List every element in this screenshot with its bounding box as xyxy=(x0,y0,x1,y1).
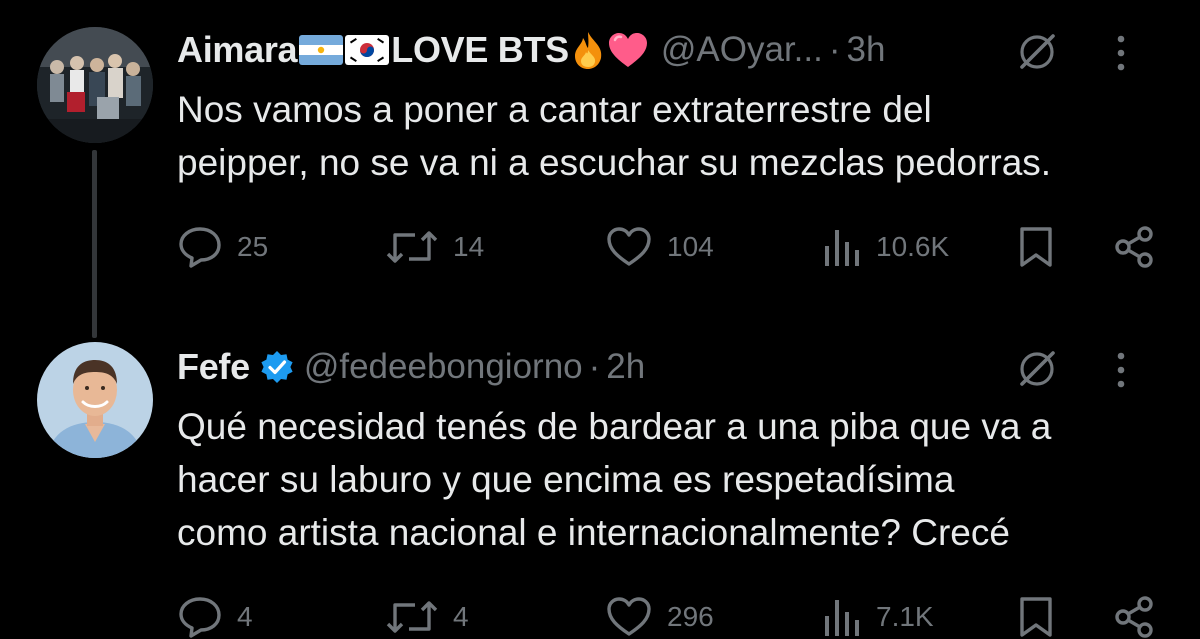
views-button[interactable]: 10.6K xyxy=(822,222,949,272)
tweet-header: Aimara LOVE BTS @AOyar... · 3h xyxy=(177,25,1170,75)
argentina-flag-emoji xyxy=(299,35,344,65)
name-emojis xyxy=(299,35,390,65)
share-button[interactable] xyxy=(1112,222,1158,272)
display-name-suffix[interactable]: LOVE BTS xyxy=(391,29,569,71)
retweet-count: 4 xyxy=(453,601,469,632)
view-count: 10.6K xyxy=(876,231,950,262)
retweet-button[interactable]: 14 xyxy=(385,222,484,272)
tweet-header: Fefe @fedeebongiorno · 2h xyxy=(177,342,1170,392)
heart-icon xyxy=(607,227,651,266)
reply-icon xyxy=(179,597,221,638)
tweet-actions: 4 4 296 7.1K xyxy=(177,592,1167,639)
like-button[interactable]: 296 xyxy=(605,592,714,639)
reply-button[interactable]: 25 xyxy=(177,222,268,272)
tweet-timestamp[interactable]: 2h xyxy=(606,347,645,387)
view-count: 7.1K xyxy=(876,601,934,632)
user-handle[interactable]: @fedeebongiorno xyxy=(304,347,583,387)
reply-button[interactable]: 4 xyxy=(177,592,253,639)
reply-icon xyxy=(179,227,221,268)
name-emojis-trailing xyxy=(571,30,649,70)
separator-dot: · xyxy=(588,347,601,386)
bookmark-icon xyxy=(1020,227,1052,267)
more-icon[interactable] xyxy=(1116,33,1126,73)
conversation-thread: Aimara LOVE BTS @AOyar... · 3h Nos vamos… xyxy=(0,0,1200,639)
tweet-text: Qué necesidad tenés de bardear a una pib… xyxy=(177,406,1052,553)
bookmark-button[interactable] xyxy=(1017,592,1055,639)
user-handle[interactable]: @AOyar... xyxy=(661,30,823,70)
south-korea-flag-emoji xyxy=(345,35,390,65)
tweet-actions: 25 14 104 10.6K xyxy=(177,222,1167,272)
retweet-count: 14 xyxy=(453,231,485,262)
tweet-text: Nos vamos a poner a cantar extraterrestr… xyxy=(177,89,1052,183)
views-icon xyxy=(825,600,859,636)
verified-badge-icon[interactable] xyxy=(260,350,294,384)
display-name[interactable]: Aimara xyxy=(177,29,298,71)
bookmark-button[interactable] xyxy=(1017,222,1055,272)
tweet[interactable]: Aimara LOVE BTS @AOyar... · 3h Nos vamos… xyxy=(0,0,1200,310)
grok-icon[interactable] xyxy=(1016,348,1058,390)
share-icon xyxy=(1115,226,1153,268)
share-button[interactable] xyxy=(1112,592,1158,639)
tweet[interactable]: Fefe @fedeebongiorno · 2h Qué necesidad … xyxy=(0,330,1200,639)
retweet-icon xyxy=(386,601,438,633)
views-button[interactable]: 7.1K xyxy=(822,592,934,639)
reply-count: 4 xyxy=(237,601,253,632)
separator-dot: · xyxy=(828,30,841,69)
pink-heart-emoji xyxy=(608,33,647,67)
grok-icon[interactable] xyxy=(1016,31,1058,73)
reply-count: 25 xyxy=(237,231,269,262)
avatar[interactable] xyxy=(37,342,153,458)
avatar[interactable] xyxy=(37,27,153,143)
views-icon xyxy=(825,230,859,266)
like-count: 104 xyxy=(667,231,714,262)
bookmark-icon xyxy=(1020,597,1052,637)
display-name[interactable]: Fefe xyxy=(177,346,250,388)
retweet-icon xyxy=(386,231,438,263)
retweet-button[interactable]: 4 xyxy=(385,592,469,639)
like-button[interactable]: 104 xyxy=(605,222,714,272)
share-icon xyxy=(1115,596,1153,638)
like-count: 296 xyxy=(667,601,714,632)
tweet-timestamp[interactable]: 3h xyxy=(847,30,886,70)
fire-emoji xyxy=(574,32,602,69)
more-icon[interactable] xyxy=(1116,350,1126,390)
heart-icon xyxy=(607,597,651,636)
